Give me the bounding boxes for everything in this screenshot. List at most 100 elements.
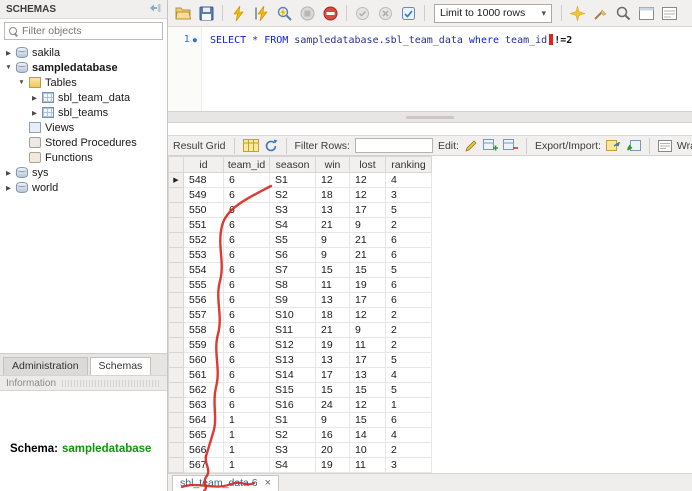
cell[interactable]: 12 (349, 307, 386, 323)
table-row[interactable]: 552 6 S5 9 21 6 (168, 232, 432, 248)
cell[interactable]: S8 (269, 277, 316, 293)
cell[interactable]: 562 (183, 382, 224, 398)
cell[interactable]: S15 (269, 382, 316, 398)
limit-rows-dropdown[interactable]: Limit to 1000 rows ▾ (434, 3, 552, 23)
column-header-id[interactable]: id (183, 156, 224, 173)
cell[interactable]: 6 (223, 322, 270, 338)
tab-schemas[interactable]: Schemas (89, 357, 152, 375)
cell[interactable]: 2 (385, 217, 432, 233)
cell[interactable]: 2 (385, 307, 432, 323)
cell[interactable]: 21 (315, 322, 350, 338)
cell[interactable]: 21 (315, 217, 350, 233)
tree-item-sys[interactable]: ▶ sys (0, 165, 167, 180)
cell[interactable]: 1 (223, 457, 270, 473)
cell[interactable]: 11 (349, 457, 386, 473)
cell[interactable]: 6 (223, 397, 270, 413)
result-grid-icon[interactable] (242, 139, 259, 152)
sql-code-editor[interactable]: 1 ● SELECT * FROM sampledatabase.sbl_tea… (168, 27, 692, 111)
tree-item-sbl-teams[interactable]: ▶ sbl_teams (0, 105, 167, 120)
table-row[interactable]: 556 6 S9 13 17 6 (168, 292, 432, 308)
cell[interactable]: 549 (183, 187, 224, 203)
cell[interactable]: 1 (385, 397, 432, 413)
clean-broom-icon[interactable] (590, 3, 611, 24)
cell[interactable]: 2 (385, 337, 432, 353)
stop-on-error-icon[interactable] (320, 3, 341, 24)
cell[interactable]: 5 (385, 202, 432, 218)
cell[interactable]: 4 (385, 367, 432, 383)
cell[interactable]: 15 (315, 382, 350, 398)
table-row[interactable]: 561 6 S14 17 13 4 (168, 367, 432, 383)
cell[interactable]: 554 (183, 262, 224, 278)
expand-icon[interactable]: ▶ (3, 184, 14, 192)
tab-administration[interactable]: Administration (3, 357, 88, 375)
table-row[interactable]: 554 6 S7 15 15 5 (168, 262, 432, 278)
cell[interactable]: 11 (349, 337, 386, 353)
tree-item-world[interactable]: ▶ world (0, 180, 167, 193)
cell[interactable]: S3 (269, 442, 316, 458)
cell[interactable]: 6 (223, 382, 270, 398)
result-tab[interactable]: sbl_team_data 6 × (172, 475, 280, 491)
open-script-icon[interactable] (173, 3, 194, 24)
cell[interactable]: 5 (385, 262, 432, 278)
cell[interactable]: 1 (223, 412, 270, 428)
autocommit-icon[interactable] (398, 3, 419, 24)
table-row[interactable]: 567 1 S4 19 11 3 (168, 457, 432, 473)
cell[interactable]: 6 (223, 367, 270, 383)
cell[interactable]: S2 (269, 427, 316, 443)
tree-item-sakila[interactable]: ▶ sakila (0, 45, 167, 60)
collapse-icon[interactable]: ▼ (16, 79, 27, 86)
cell[interactable]: 6 (385, 277, 432, 293)
filter-rows-input[interactable] (354, 138, 433, 153)
cell[interactable]: S9 (269, 292, 316, 308)
cell[interactable]: 552 (183, 232, 224, 248)
explain-icon[interactable] (274, 3, 295, 24)
filter-objects-input[interactable] (22, 25, 158, 37)
cell[interactable]: 18 (315, 187, 350, 203)
cell[interactable]: S1 (269, 172, 316, 188)
cell[interactable]: 19 (315, 337, 350, 353)
cell[interactable]: 14 (349, 427, 386, 443)
cell[interactable]: 15 (349, 412, 386, 428)
column-header-team_id[interactable]: team_id (223, 156, 270, 173)
cell[interactable]: 6 (223, 352, 270, 368)
sql-statement[interactable]: SELECT * FROM sampledatabase.sbl_team_da… (202, 27, 572, 111)
find-icon[interactable] (613, 3, 634, 24)
cell[interactable]: 12 (349, 187, 386, 203)
cell[interactable]: 20 (315, 442, 350, 458)
table-row[interactable]: 555 6 S8 11 19 6 (168, 277, 432, 293)
collapse-icon[interactable]: ▼ (3, 64, 14, 71)
information-section-header[interactable]: Information (0, 375, 167, 391)
cell[interactable]: 1 (223, 442, 270, 458)
cell[interactable]: S7 (269, 262, 316, 278)
cell[interactable]: 6 (223, 292, 270, 308)
cell[interactable]: 6 (223, 172, 270, 188)
table-row[interactable]: 550 6 S3 13 17 5 (168, 202, 432, 218)
table-row[interactable]: 564 1 S1 9 15 6 (168, 412, 432, 428)
cell[interactable]: 9 (315, 247, 350, 263)
cell[interactable]: S13 (269, 352, 316, 368)
save-script-icon[interactable] (196, 3, 217, 24)
cell[interactable]: 6 (223, 217, 270, 233)
cell[interactable]: 6 (385, 412, 432, 428)
rollback-icon[interactable] (375, 3, 396, 24)
cell[interactable]: 13 (315, 292, 350, 308)
cell[interactable]: 556 (183, 292, 224, 308)
cell[interactable]: 15 (315, 262, 350, 278)
cell[interactable]: S11 (269, 322, 316, 338)
close-icon[interactable]: × (265, 477, 271, 489)
cell[interactable]: 1 (223, 427, 270, 443)
cell[interactable]: 557 (183, 307, 224, 323)
cell[interactable]: 567 (183, 457, 224, 473)
cell[interactable]: S4 (269, 457, 316, 473)
output-panel-icon[interactable] (659, 3, 680, 24)
expand-icon[interactable]: ▶ (29, 109, 40, 117)
cell[interactable]: 6 (223, 202, 270, 218)
cell[interactable]: S5 (269, 232, 316, 248)
expand-icon[interactable]: ▶ (3, 49, 14, 57)
editor-result-splitter[interactable] (168, 111, 692, 123)
delete-row-icon[interactable] (502, 139, 518, 152)
expand-icon[interactable]: ▶ (29, 94, 40, 102)
table-row[interactable]: 566 1 S3 20 10 2 (168, 442, 432, 458)
cell[interactable]: 9 (349, 217, 386, 233)
cell[interactable]: 19 (315, 457, 350, 473)
